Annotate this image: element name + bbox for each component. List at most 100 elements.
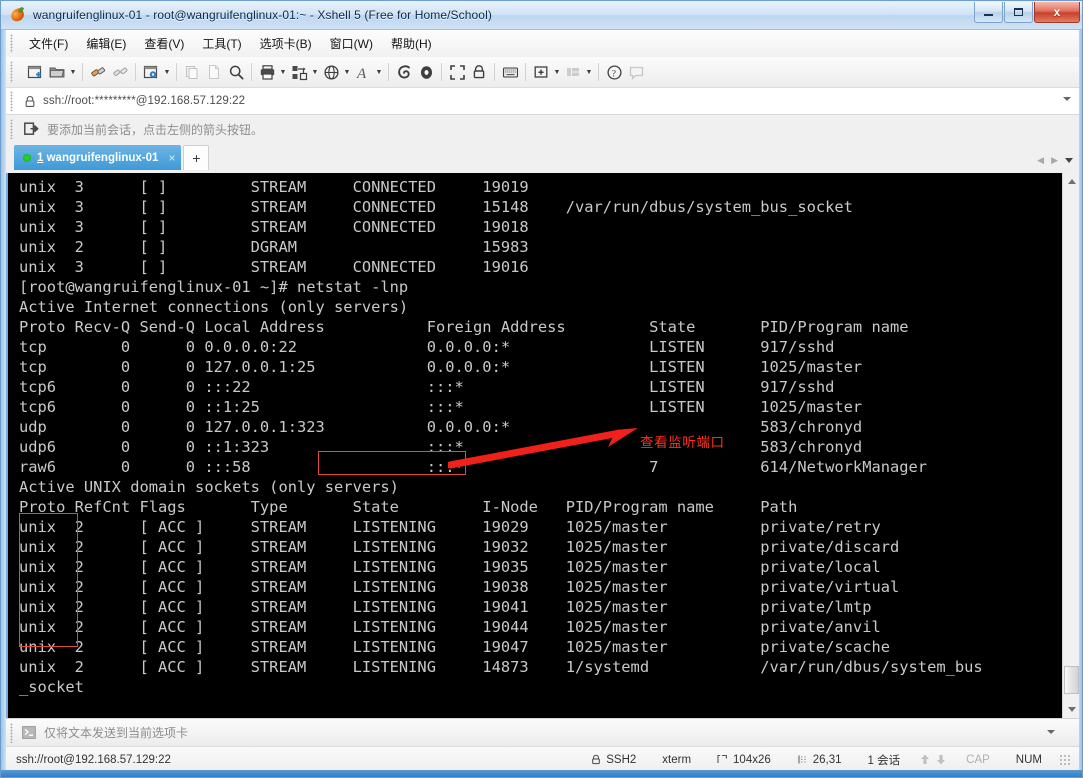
transfer-dropdown[interactable]: ▼: [310, 61, 320, 83]
close-button[interactable]: x: [1034, 2, 1080, 23]
cut-button[interactable]: [181, 61, 203, 83]
keyboard-icon: [502, 66, 518, 78]
disconnect-button[interactable]: [109, 61, 131, 83]
maximize-icon: [1014, 8, 1023, 16]
status-right-group: SSH2 xterm 104x26 26,31 1 会话 CAP NUM: [578, 752, 1079, 768]
font-button[interactable]: A: [352, 61, 374, 83]
transfer-icon: [292, 65, 307, 80]
terminal-line: unix 3 [ ] STREAM CONNECTED 19019: [19, 178, 529, 196]
title-bar[interactable]: wangruifenglinux-01 - root@wangruifengli…: [1, 1, 1082, 30]
menu-tools[interactable]: 工具(T): [193, 32, 250, 55]
feedback-button[interactable]: [625, 61, 647, 83]
layout-button[interactable]: [562, 61, 584, 83]
terminal-line: unix 2 [ ACC ] STREAM LISTENING 19029 10…: [19, 518, 881, 536]
status-transfer-arrows: [913, 753, 953, 766]
menu-file[interactable]: 文件(F): [20, 32, 77, 55]
terminal-prompt-icon: [22, 726, 36, 739]
toolbar-separator: [251, 63, 252, 81]
tab-title: wangruifenglinux-01: [46, 151, 159, 164]
status-caps: CAP: [966, 753, 990, 766]
keyboard-button[interactable]: [499, 61, 521, 83]
lock-button[interactable]: [468, 61, 490, 83]
terminal-line: Active Internet connections (only server…: [19, 298, 409, 316]
tab-strip-nav: ◀ ▶: [1037, 155, 1073, 166]
globe-dropdown[interactable]: ▼: [342, 61, 352, 83]
status-size: 104x26: [704, 754, 784, 766]
font-dropdown[interactable]: ▼: [374, 61, 384, 83]
disconnect-icon: [112, 67, 127, 76]
connect-button[interactable]: [87, 61, 109, 83]
toolbar: ▼ ▼ ▼ ▼ ▼ A ▼ ▼ ▼ ?: [6, 57, 1079, 88]
toolbar-separator: [441, 63, 442, 81]
terminal-line: _socket: [19, 678, 84, 696]
terminal-line: tcp6 0 0 :::22 :::* LISTEN 917/sshd: [19, 378, 835, 396]
open-folder-dropdown[interactable]: ▼: [68, 61, 78, 83]
tab-prev-icon[interactable]: ◀: [1037, 155, 1044, 166]
add-tab-dropdown[interactable]: ▼: [552, 61, 562, 83]
cut-icon: [186, 66, 198, 79]
resize-grip[interactable]: [1059, 753, 1071, 766]
scroll-up-button[interactable]: [1063, 173, 1079, 190]
terminal-line: unix 3 [ ] STREAM CONNECTED 15148 /var/r…: [19, 198, 853, 216]
menu-view[interactable]: 查看(V): [135, 32, 193, 55]
chevron-down-icon[interactable]: [1063, 97, 1071, 101]
help-button[interactable]: ?: [603, 61, 625, 83]
status-connection: ssh://root@192.168.57.129:22: [16, 753, 171, 766]
lock-icon: [592, 754, 601, 765]
tab-strip: 1 wangruifenglinux-01 × + ◀ ▶: [6, 143, 1079, 170]
menu-edit[interactable]: 编辑(E): [77, 32, 135, 55]
status-num: NUM: [1015, 753, 1042, 766]
toolbar-separator: [494, 63, 495, 81]
svg-text:?: ?: [611, 69, 615, 79]
menu-tabs[interactable]: 选项卡(B): [251, 32, 321, 55]
status-cursor-label: 26,31: [812, 753, 842, 766]
menu-help[interactable]: 帮助(H): [382, 32, 441, 55]
tab-close-icon[interactable]: ×: [168, 152, 175, 164]
globe-button[interactable]: [320, 61, 342, 83]
find-button[interactable]: [225, 61, 247, 83]
terminal-line: udp6 0 0 ::1:323 :::* 583/chronyd: [19, 438, 863, 456]
session-hint-bar: 要添加当前会话，点击左侧的箭头按钮。: [6, 115, 1079, 143]
terminal-output[interactable]: unix 3 [ ] STREAM CONNECTED 19019 unix 3 …: [8, 173, 1051, 718]
scrollbar-thumb[interactable]: [1064, 666, 1079, 694]
terminal-line: tcp 0 0 127.0.0.1:25 0.0.0.0:* LISTEN 10…: [19, 358, 863, 376]
copy-button[interactable]: [203, 61, 225, 83]
tab-list-chevron-down-icon[interactable]: [1065, 158, 1073, 163]
print-dropdown[interactable]: ▼: [278, 61, 288, 83]
record-button[interactable]: [415, 61, 437, 83]
session-properties-dropdown[interactable]: ▼: [162, 61, 172, 83]
toolbar-separator: [82, 63, 83, 81]
layout-dropdown[interactable]: ▼: [584, 61, 594, 83]
open-folder-button[interactable]: [46, 61, 68, 83]
send-text-bar[interactable]: 仅将文本发送到当前选项卡: [6, 718, 1079, 746]
menu-bar: 文件(F) 编辑(E) 查看(V) 工具(T) 选项卡(B) 窗口(W) 帮助(…: [6, 30, 1079, 57]
tab-next-icon[interactable]: ▶: [1051, 155, 1058, 166]
minimize-button[interactable]: [974, 2, 1003, 23]
resize-icon: [717, 754, 727, 763]
terminal-line: unix 2 [ ACC ] STREAM LISTENING 19041 10…: [19, 598, 872, 616]
print-button[interactable]: [256, 61, 278, 83]
tab-wangruifenglinux-01[interactable]: 1 wangruifenglinux-01 ×: [14, 145, 182, 170]
add-tab-button[interactable]: [530, 61, 552, 83]
fullscreen-button[interactable]: [446, 61, 468, 83]
status-cursor: 26,31: [784, 754, 855, 766]
font-icon: A: [356, 66, 367, 81]
terminal-line: unix 2 [ ACC ] STREAM LISTENING 19047 10…: [19, 638, 890, 656]
new-tab-button[interactable]: +: [183, 145, 210, 170]
transfer-button[interactable]: [288, 61, 310, 83]
send-chevron-down-icon[interactable]: [1047, 730, 1055, 734]
maximize-button[interactable]: [1004, 2, 1033, 23]
log-button[interactable]: [393, 61, 415, 83]
record-icon: [420, 65, 432, 79]
terminal-line: unix 3 [ ] STREAM CONNECTED 19016: [19, 258, 529, 276]
menu-window[interactable]: 窗口(W): [321, 32, 382, 55]
scroll-down-button[interactable]: [1063, 701, 1079, 718]
address-bar[interactable]: ssh://root:*********@192.168.57.129:22: [6, 88, 1079, 115]
layout-icon: [567, 68, 579, 76]
add-session-icon[interactable]: [24, 122, 39, 136]
session-properties-button[interactable]: [140, 61, 162, 83]
terminal-scrollbar[interactable]: [1062, 173, 1079, 718]
svg-text:A: A: [356, 66, 367, 81]
toolbar-separator: [525, 63, 526, 81]
new-session-button[interactable]: [24, 61, 46, 83]
